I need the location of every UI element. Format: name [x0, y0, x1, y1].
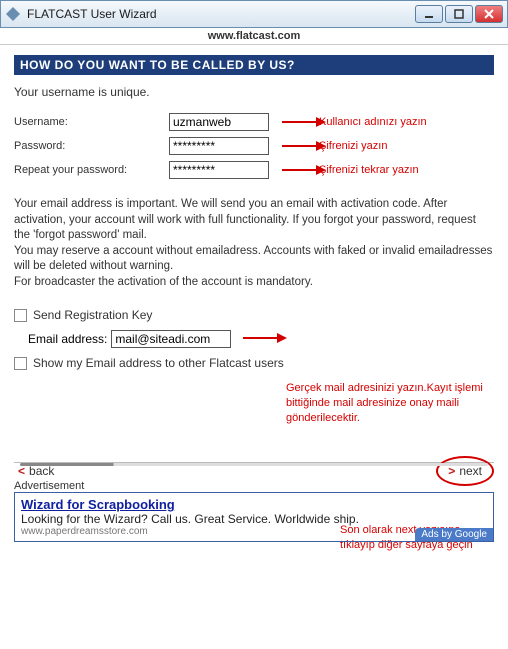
back-button[interactable]: < back — [14, 464, 54, 478]
maximize-button[interactable] — [445, 5, 473, 23]
close-button[interactable] — [475, 5, 503, 23]
chevron-right-icon: > — [448, 464, 455, 478]
annotation-repeat: Şifrenizi tekrar yazın — [319, 164, 419, 176]
section-heading: HOW DO YOU WANT TO BE CALLED BY US? — [14, 55, 494, 75]
arrow-icon — [280, 163, 326, 182]
username-label: Username: — [14, 116, 169, 128]
annotation-username: Kullanıcı adınızı yazın — [319, 116, 427, 128]
advertisement-label: Advertisement — [14, 480, 494, 492]
body-text: Your email address is important. We will… — [14, 197, 494, 290]
show-email-label: Show my Email address to other Flatcast … — [33, 356, 284, 370]
username-input[interactable] — [169, 113, 269, 131]
password-input[interactable] — [169, 137, 269, 155]
ads-by-google[interactable]: Ads by Google — [415, 528, 493, 541]
window-title: FLATCAST User Wizard — [27, 7, 415, 21]
app-icon — [5, 6, 21, 22]
ad-box: Wizard for Scrapbooking Looking for the … — [14, 492, 494, 542]
url-bar: www.flatcast.com — [0, 28, 508, 45]
intro-text: Your username is unique. — [14, 85, 494, 99]
ad-text: Looking for the Wizard? Call us. Great S… — [21, 512, 487, 526]
annotation-password: Şifrenizi yazın — [319, 140, 387, 152]
email-input[interactable] — [111, 330, 231, 348]
chevron-left-icon: < — [18, 464, 25, 478]
send-key-label: Send Registration Key — [33, 308, 152, 322]
arrow-icon — [280, 139, 326, 158]
titlebar: FLATCAST User Wizard — [0, 0, 508, 28]
next-label: next — [459, 464, 482, 478]
show-email-checkbox[interactable] — [14, 357, 27, 370]
repeat-password-label: Repeat your password: — [14, 164, 169, 176]
arrow-icon — [241, 331, 287, 348]
divider — [14, 462, 494, 466]
arrow-icon — [280, 115, 326, 134]
next-button[interactable]: > next — [436, 456, 494, 486]
repeat-password-input[interactable] — [169, 161, 269, 179]
minimize-button[interactable] — [415, 5, 443, 23]
email-label: Email address: — [28, 332, 107, 346]
send-key-checkbox[interactable] — [14, 309, 27, 322]
password-label: Password: — [14, 140, 169, 152]
annotation-email: Gerçek mail adresinizi yazın.Kayıt işlem… — [286, 381, 486, 426]
ad-title[interactable]: Wizard for Scrapbooking — [21, 497, 487, 512]
back-label: back — [29, 464, 54, 478]
